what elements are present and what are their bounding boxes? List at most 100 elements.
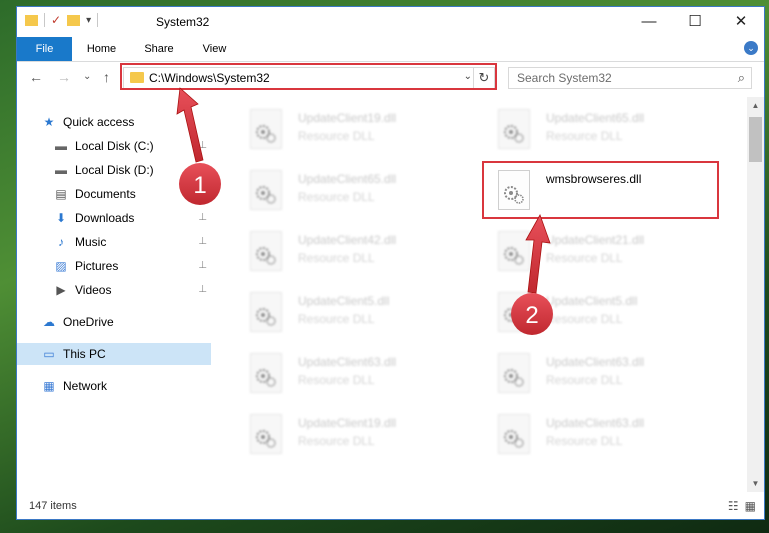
tab-file[interactable]: File	[17, 37, 72, 61]
tab-share[interactable]: Share	[134, 37, 184, 61]
view-switcher: ☷ ▦	[728, 499, 756, 513]
scroll-thumb[interactable]	[749, 117, 762, 162]
sidebar-item-onedrive[interactable]: ☁ OneDrive	[17, 311, 211, 333]
file-name: UpdateClient19.dll	[298, 416, 397, 430]
pin-icon[interactable]: ⊥	[198, 164, 207, 175]
navigation-pane: ★ Quick access ▬ Local Disk (C:) ⊥ ▬ Local Dis…	[17, 103, 211, 491]
pin-icon[interactable]: ⊥	[198, 212, 207, 223]
sidebar-item-music[interactable]: ♪ Music ⊥	[17, 231, 211, 253]
qat-divider	[97, 13, 99, 27]
file-name: UpdateClient19.dll	[298, 111, 397, 125]
dll-file-icon	[250, 353, 282, 393]
ribbon-expand-icon[interactable]: ⌄	[744, 41, 758, 55]
properties-icon[interactable]: ✓	[51, 13, 61, 27]
dll-file-icon	[498, 353, 530, 393]
minimize-button[interactable]: —	[626, 7, 672, 35]
videos-icon: ▶	[56, 283, 66, 297]
sidebar-item-label: Quick access	[63, 115, 135, 129]
dll-file-icon	[250, 109, 282, 149]
file-item[interactable]: UpdateClient19.dll Resource DLL	[236, 103, 471, 159]
file-item[interactable]: UpdateClient63.dll Resource DLL	[484, 347, 719, 403]
details-view-icon[interactable]: ☷	[728, 499, 739, 513]
dll-file-icon	[498, 414, 530, 454]
search-placeholder: Search System32	[517, 71, 612, 85]
pin-icon[interactable]: ⊥	[198, 188, 207, 199]
dll-file-icon	[250, 414, 282, 454]
sidebar-item-label: Network	[63, 379, 108, 393]
downloads-icon: ⬇	[55, 211, 67, 225]
file-item[interactable]: UpdateClient5.dll Resource DLL	[484, 286, 719, 342]
back-button[interactable]: ←	[29, 69, 43, 85]
sidebar-item-network[interactable]: ▦ Network	[17, 375, 211, 397]
computer-icon: ▭	[43, 347, 55, 361]
sidebar-item-videos[interactable]: ▶ Videos ⊥	[17, 279, 211, 301]
sidebar-item-downloads[interactable]: ⬇ Downloads ⊥	[17, 207, 211, 229]
large-icons-view-icon[interactable]: ▦	[745, 499, 756, 513]
disk-icon: ▬	[55, 139, 67, 153]
star-icon: ★	[43, 115, 55, 129]
forward-button[interactable]: →	[57, 69, 71, 85]
file-name: UpdateClient42.dll	[298, 233, 397, 247]
file-item[interactable]: UpdateClient63.dll Resource DLL	[484, 408, 719, 464]
file-type: Resource DLL	[546, 434, 623, 448]
cloud-icon: ☁	[43, 315, 55, 329]
window-controls: — ☐ ✕	[626, 7, 764, 35]
scroll-down-icon[interactable]: ▼	[747, 475, 764, 492]
sidebar-item-quick-access[interactable]: ★ Quick access	[17, 111, 211, 133]
folder-icon	[25, 14, 38, 26]
close-button[interactable]: ✕	[718, 7, 764, 35]
file-name: UpdateClient65.dll	[298, 172, 397, 186]
recent-locations-button[interactable]: ⌄	[83, 71, 91, 82]
maximize-button[interactable]: ☐	[672, 7, 718, 35]
file-type: Resource DLL	[546, 373, 623, 387]
sidebar-item-this-pc[interactable]: ▭ This PC	[17, 343, 211, 365]
scroll-up-icon[interactable]: ▲	[747, 97, 764, 114]
sidebar-item-label: Music	[75, 235, 107, 249]
up-button[interactable]: ↑	[103, 69, 110, 85]
file-type: Resource DLL	[298, 251, 375, 265]
address-highlight-box	[120, 63, 497, 90]
sidebar-item-pictures[interactable]: ▨ Pictures ⊥	[17, 255, 211, 277]
sidebar-item-label: Documents	[75, 187, 136, 201]
sidebar-item-label: OneDrive	[63, 315, 114, 329]
file-item[interactable]: UpdateClient21.dll Resource DLL	[484, 225, 719, 281]
file-item[interactable]: UpdateClient65.dll Resource DLL	[484, 103, 719, 159]
file-name: UpdateClient63.dll	[546, 416, 645, 430]
disk-icon: ▬	[55, 163, 67, 177]
tab-home[interactable]: Home	[74, 37, 129, 61]
search-input[interactable]: Search System32 ⌕	[508, 67, 752, 89]
file-item[interactable]: UpdateClient42.dll Resource DLL	[236, 225, 471, 281]
file-item[interactable]: UpdateClient65.dll Resource DLL	[236, 164, 471, 220]
sidebar-item-label: Downloads	[75, 211, 135, 225]
new-folder-icon[interactable]	[67, 14, 81, 26]
pin-icon[interactable]: ⊥	[198, 260, 207, 271]
sidebar-item-local-disk-d[interactable]: ▬ Local Disk (D:) ⊥	[17, 159, 211, 181]
file-item[interactable]: UpdateClient63.dll Resource DLL	[236, 347, 471, 403]
file-list: UpdateClient19.dll Resource DLL UpdateClie…	[222, 97, 742, 492]
dll-file-icon	[498, 231, 530, 271]
file-name: UpdateClient21.dll	[546, 233, 645, 247]
dll-file-icon	[250, 170, 282, 210]
pictures-icon: ▨	[55, 259, 67, 273]
file-item[interactable]: UpdateClient19.dll Resource DLL	[236, 408, 471, 464]
tab-view[interactable]: View	[192, 37, 237, 61]
file-item[interactable]: UpdateClient5.dll Resource DLL	[236, 286, 471, 342]
file-type: Resource DLL	[546, 251, 623, 265]
sidebar-item-local-disk-c[interactable]: ▬ Local Disk (C:) ⊥	[17, 135, 211, 157]
pin-icon[interactable]: ⊥	[198, 236, 207, 247]
sidebar-item-documents[interactable]: ▤ Documents ⊥	[17, 183, 211, 205]
vertical-scrollbar[interactable]: ▲ ▼	[747, 97, 764, 492]
sidebar-item-label: This PC	[63, 347, 106, 361]
title-bar: ✓ ▾ System32 — ☐ ✕	[17, 7, 764, 37]
customize-qat-icon[interactable]: ▾	[86, 15, 91, 26]
dll-file-icon	[250, 292, 282, 332]
status-bar: 147 items ☷ ▦	[17, 495, 764, 519]
pin-icon[interactable]: ⊥	[198, 284, 207, 295]
qat-divider	[44, 13, 45, 27]
dll-file-icon	[498, 109, 530, 149]
file-type: Resource DLL	[546, 129, 623, 143]
file-type: Resource DLL	[298, 373, 375, 387]
ribbon: File Home Share View ⌄	[17, 37, 764, 62]
file-type: Resource DLL	[298, 129, 375, 143]
pin-icon[interactable]: ⊥	[198, 140, 207, 151]
